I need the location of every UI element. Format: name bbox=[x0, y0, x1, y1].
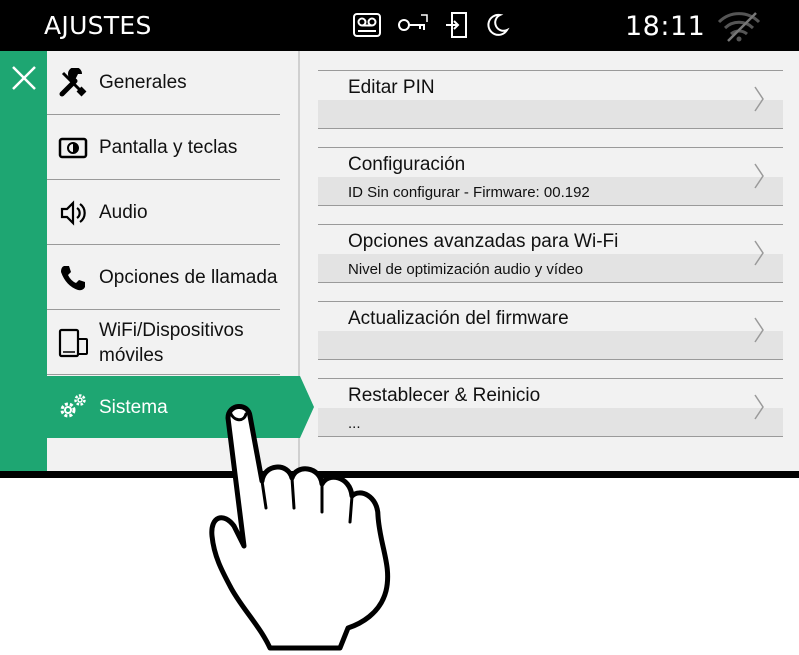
sidebar-item-pantalla[interactable]: Pantalla y teclas bbox=[47, 116, 280, 180]
sidebar-item-label: Opciones de llamada bbox=[99, 267, 278, 288]
list-item-title: Actualización del firmware bbox=[348, 308, 569, 329]
voicemail-icon bbox=[352, 12, 382, 38]
sidebar-item-label: Sistema bbox=[99, 396, 168, 418]
label-line-1: WiFi/Dispositivos bbox=[99, 319, 244, 341]
door-entry-icon bbox=[444, 11, 470, 39]
hand-pointer-icon bbox=[209, 404, 391, 651]
clock: 18:11 bbox=[625, 11, 706, 42]
wrench-screwdriver-icon bbox=[53, 67, 93, 98]
sidebar-item-llamada[interactable]: Opciones de llamada bbox=[47, 246, 280, 310]
sidebar-item-label: Audio bbox=[99, 202, 148, 223]
list-item-title: Editar PIN bbox=[348, 77, 435, 98]
close-button[interactable] bbox=[9, 63, 39, 93]
list-item-configuracion[interactable]: Configuración ID Sin configurar - Firmwa… bbox=[318, 147, 783, 206]
chevron-right-icon bbox=[753, 316, 765, 349]
devices-icon bbox=[53, 327, 93, 359]
speaker-icon bbox=[53, 198, 93, 228]
brightness-icon bbox=[53, 136, 93, 160]
list-item-wifi-avanzado[interactable]: Opciones avanzadas para Wi-Fi Nivel de o… bbox=[318, 224, 783, 283]
status-icons bbox=[352, 10, 510, 40]
list-item-subtitle-band bbox=[318, 331, 783, 360]
close-icon bbox=[12, 66, 36, 90]
list-item-subtitle-band: Nivel de optimización audio y vídeo bbox=[318, 254, 783, 283]
chevron-right-icon bbox=[753, 85, 765, 118]
list-item-title: Opciones avanzadas para Wi-Fi bbox=[348, 231, 619, 252]
sidebar-item-label: Generales bbox=[99, 72, 187, 93]
sidebar-item-audio[interactable]: Audio bbox=[47, 181, 280, 245]
list-item-actualizacion-firmware[interactable]: Actualización del firmware bbox=[318, 301, 783, 360]
label-line-2: móviles bbox=[99, 344, 164, 366]
list-item-editar-pin[interactable]: Editar PIN bbox=[318, 70, 783, 129]
moon-icon bbox=[484, 12, 510, 38]
wifi-off-icon bbox=[716, 10, 762, 47]
key-icon bbox=[396, 12, 430, 38]
chevron-right-icon bbox=[753, 239, 765, 272]
chevron-right-icon bbox=[753, 162, 765, 195]
list-item-subtitle: ID Sin configurar - Firmware: 00.192 bbox=[348, 184, 590, 201]
top-bar: AJUSTES 18:11 bbox=[0, 0, 799, 51]
sidebar-item-label: Pantalla y teclas bbox=[99, 137, 238, 158]
sidebar-item-generales[interactable]: Generales bbox=[47, 51, 280, 115]
close-rail bbox=[0, 51, 47, 471]
list-item-subtitle: Nivel de optimización audio y vídeo bbox=[348, 261, 584, 278]
sidebar-item-label: WiFi/Dispositivos móviles bbox=[99, 318, 244, 368]
list-item-subtitle-band: ID Sin configurar - Firmware: 00.192 bbox=[318, 177, 783, 206]
sidebar-item-wifi-dispositivos[interactable]: WiFi/Dispositivos móviles bbox=[47, 311, 280, 375]
gears-icon bbox=[53, 393, 93, 421]
phone-icon bbox=[53, 263, 93, 293]
page-title: AJUSTES bbox=[44, 11, 152, 40]
list-item-subtitle-band bbox=[318, 100, 783, 129]
list-item-title: Configuración bbox=[348, 154, 466, 175]
chevron-right-icon bbox=[753, 393, 765, 426]
